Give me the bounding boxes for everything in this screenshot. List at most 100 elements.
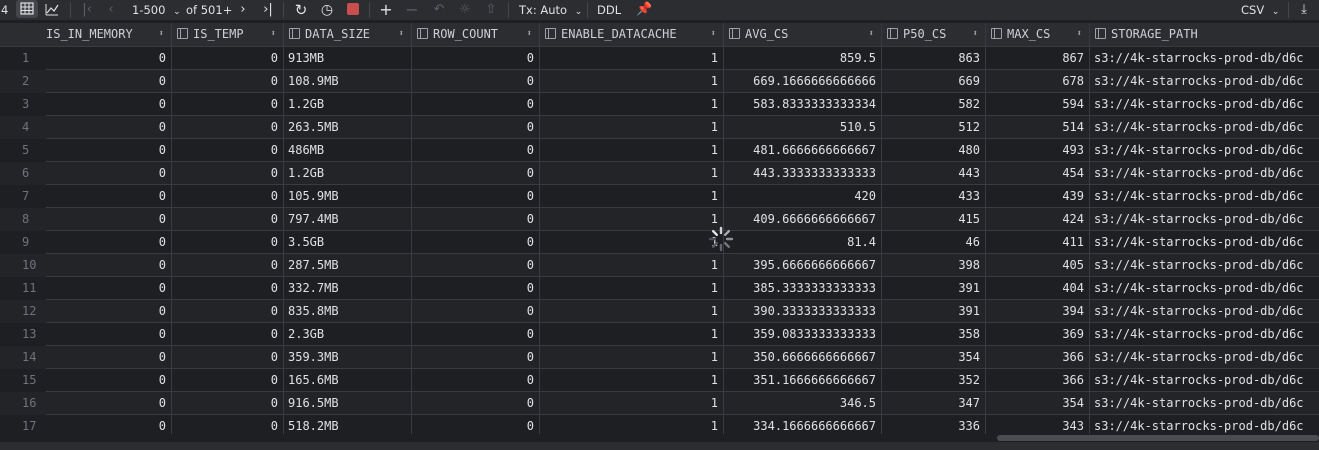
cell-is-in-memory[interactable]: 0 xyxy=(46,300,172,323)
table-row[interactable]: 6 0 0 1.2GB 0 1 443.3333333333333 443 454 s3://4k… xyxy=(0,162,1319,185)
table-row[interactable]: 9 0 0 3.5GB 0 1 81.4 46 411 s3://4k-starrocks-pro… xyxy=(0,231,1319,254)
cell-avg-cs[interactable]: 420 xyxy=(724,185,882,208)
cell-avg-cs[interactable]: 395.6666666666667 xyxy=(724,254,882,277)
cell-is-in-memory[interactable]: 0 xyxy=(46,346,172,369)
download-icon[interactable]: ⤓ xyxy=(1296,0,1312,20)
cell-data-size[interactable]: 2.3GB xyxy=(284,323,412,346)
column-header-max-cs[interactable]: MAX_CS ⬍ xyxy=(986,23,1090,46)
cell-enable-datacache[interactable]: 1 xyxy=(540,208,724,231)
cell-is-in-memory[interactable]: 0 xyxy=(46,47,172,70)
cell-row-count[interactable]: 0 xyxy=(412,70,540,93)
submit-icon[interactable]: ⇧ xyxy=(483,0,499,20)
cell-max-cs[interactable]: 678 xyxy=(986,70,1090,93)
cell-max-cs[interactable]: 867 xyxy=(986,47,1090,70)
cell-enable-datacache[interactable]: 1 xyxy=(540,47,724,70)
table-row[interactable]: 17 0 0 518.2MB 0 1 334.1666666666667 336 343 s3:/… xyxy=(0,415,1319,434)
cell-enable-datacache[interactable]: 1 xyxy=(540,369,724,392)
cell-is-temp[interactable]: 0 xyxy=(172,116,284,139)
cell-storage-path[interactable]: s3://4k-starrocks-prod-db/d6c xyxy=(1090,185,1319,208)
cell-max-cs[interactable]: 514 xyxy=(986,116,1090,139)
cell-row-count[interactable]: 0 xyxy=(412,369,540,392)
cell-enable-datacache[interactable]: 1 xyxy=(540,231,724,254)
first-page-icon[interactable]: |‹ xyxy=(80,0,94,20)
table-row[interactable]: 14 0 0 359.3MB 0 1 350.6666666666667 354 366 s3:/… xyxy=(0,346,1319,369)
cell-is-in-memory[interactable]: 0 xyxy=(46,162,172,185)
cell-data-size[interactable]: 263.5MB xyxy=(284,116,412,139)
cell-avg-cs[interactable]: 334.1666666666667 xyxy=(724,415,882,434)
cell-data-size[interactable]: 287.5MB xyxy=(284,254,412,277)
cell-enable-datacache[interactable]: 1 xyxy=(540,300,724,323)
cell-storage-path[interactable]: s3://4k-starrocks-prod-db/d6c xyxy=(1090,231,1319,254)
cell-is-temp[interactable]: 0 xyxy=(172,346,284,369)
table-row[interactable]: 13 0 0 2.3GB 0 1 359.0833333333333 358 369 s3://4… xyxy=(0,323,1319,346)
cell-enable-datacache[interactable]: 1 xyxy=(540,392,724,415)
stop-icon[interactable] xyxy=(347,3,359,15)
refresh-icon[interactable]: ↻ xyxy=(292,0,310,20)
cell-max-cs[interactable]: 439 xyxy=(986,185,1090,208)
transaction-mode-dropdown[interactable]: Tx: Auto ⌄ xyxy=(519,0,582,20)
preview-changes-icon[interactable]: ☼ xyxy=(457,0,473,20)
cell-storage-path[interactable]: s3://4k-starrocks-prod-db/d6c xyxy=(1090,208,1319,231)
column-header-is-in-memory[interactable]: IS_IN_MEMORY ⬍ xyxy=(46,23,172,46)
cell-is-temp[interactable]: 0 xyxy=(172,392,284,415)
cell-is-in-memory[interactable]: 0 xyxy=(46,139,172,162)
cell-avg-cs[interactable]: 443.3333333333333 xyxy=(724,162,882,185)
cell-data-size[interactable]: 835.8MB xyxy=(284,300,412,323)
cell-storage-path[interactable]: s3://4k-starrocks-prod-db/d6c xyxy=(1090,116,1319,139)
cell-p50-cs[interactable]: 512 xyxy=(882,116,986,139)
cell-max-cs[interactable]: 394 xyxy=(986,300,1090,323)
delete-row-icon[interactable]: − xyxy=(404,0,420,20)
cell-enable-datacache[interactable]: 1 xyxy=(540,116,724,139)
cell-row-count[interactable]: 0 xyxy=(412,392,540,415)
cell-p50-cs[interactable]: 358 xyxy=(882,323,986,346)
cell-max-cs[interactable]: 354 xyxy=(986,392,1090,415)
cell-row-count[interactable]: 0 xyxy=(412,323,540,346)
table-view-button[interactable] xyxy=(16,0,38,18)
cell-row-count[interactable]: 0 xyxy=(412,300,540,323)
cell-p50-cs[interactable]: 398 xyxy=(882,254,986,277)
cell-avg-cs[interactable]: 510.5 xyxy=(724,116,882,139)
horizontal-scrollbar-thumb[interactable] xyxy=(997,435,1319,441)
cell-data-size[interactable]: 916.5MB xyxy=(284,392,412,415)
cell-max-cs[interactable]: 369 xyxy=(986,323,1090,346)
cell-max-cs[interactable]: 404 xyxy=(986,277,1090,300)
sort-icon[interactable]: ⬍ xyxy=(399,23,404,46)
cell-row-count[interactable]: 0 xyxy=(412,93,540,116)
table-row[interactable]: 1 0 0 913MB 0 1 859.5 863 867 s3://4k-starrocks-p… xyxy=(0,47,1319,70)
cell-is-in-memory[interactable]: 0 xyxy=(46,254,172,277)
cell-storage-path[interactable]: s3://4k-starrocks-prod-db/d6c xyxy=(1090,300,1319,323)
cell-is-temp[interactable]: 0 xyxy=(172,162,284,185)
page-range-selector[interactable]: 1-500 ⌄ xyxy=(132,0,181,20)
cell-is-temp[interactable]: 0 xyxy=(172,254,284,277)
cell-data-size[interactable]: 165.6MB xyxy=(284,369,412,392)
cell-is-temp[interactable]: 0 xyxy=(172,208,284,231)
cell-p50-cs[interactable]: 391 xyxy=(882,300,986,323)
cell-is-temp[interactable]: 0 xyxy=(172,277,284,300)
cell-p50-cs[interactable]: 582 xyxy=(882,93,986,116)
pin-icon[interactable]: 📌 xyxy=(636,0,652,20)
cell-row-count[interactable]: 0 xyxy=(412,208,540,231)
cell-p50-cs[interactable]: 46 xyxy=(882,231,986,254)
table-row[interactable]: 12 0 0 835.8MB 0 1 390.3333333333333 391 394 s3:/… xyxy=(0,300,1319,323)
cell-enable-datacache[interactable]: 1 xyxy=(540,346,724,369)
cell-storage-path[interactable]: s3://4k-starrocks-prod-db/d6c xyxy=(1090,139,1319,162)
cell-avg-cs[interactable]: 350.6666666666667 xyxy=(724,346,882,369)
cell-row-count[interactable]: 0 xyxy=(412,116,540,139)
cell-row-count[interactable]: 0 xyxy=(412,277,540,300)
cell-enable-datacache[interactable]: 1 xyxy=(540,139,724,162)
cell-is-in-memory[interactable]: 0 xyxy=(46,415,172,434)
cell-storage-path[interactable]: s3://4k-starrocks-prod-db/d6c xyxy=(1090,369,1319,392)
cell-is-in-memory[interactable]: 0 xyxy=(46,208,172,231)
cell-max-cs[interactable]: 594 xyxy=(986,93,1090,116)
cell-avg-cs[interactable]: 359.0833333333333 xyxy=(724,323,882,346)
cell-data-size[interactable]: 1.2GB xyxy=(284,162,412,185)
sort-icon[interactable]: ⬍ xyxy=(869,23,874,46)
cell-row-count[interactable]: 0 xyxy=(412,254,540,277)
cell-max-cs[interactable]: 454 xyxy=(986,162,1090,185)
cell-is-in-memory[interactable]: 0 xyxy=(46,277,172,300)
column-header-p50-cs[interactable]: P50_CS ⬍ xyxy=(882,23,986,46)
table-row[interactable]: 3 0 0 1.2GB 0 1 583.8333333333334 582 594 s3://4k… xyxy=(0,93,1319,116)
cell-p50-cs[interactable]: 415 xyxy=(882,208,986,231)
cell-enable-datacache[interactable]: 1 xyxy=(540,93,724,116)
cell-is-temp[interactable]: 0 xyxy=(172,93,284,116)
